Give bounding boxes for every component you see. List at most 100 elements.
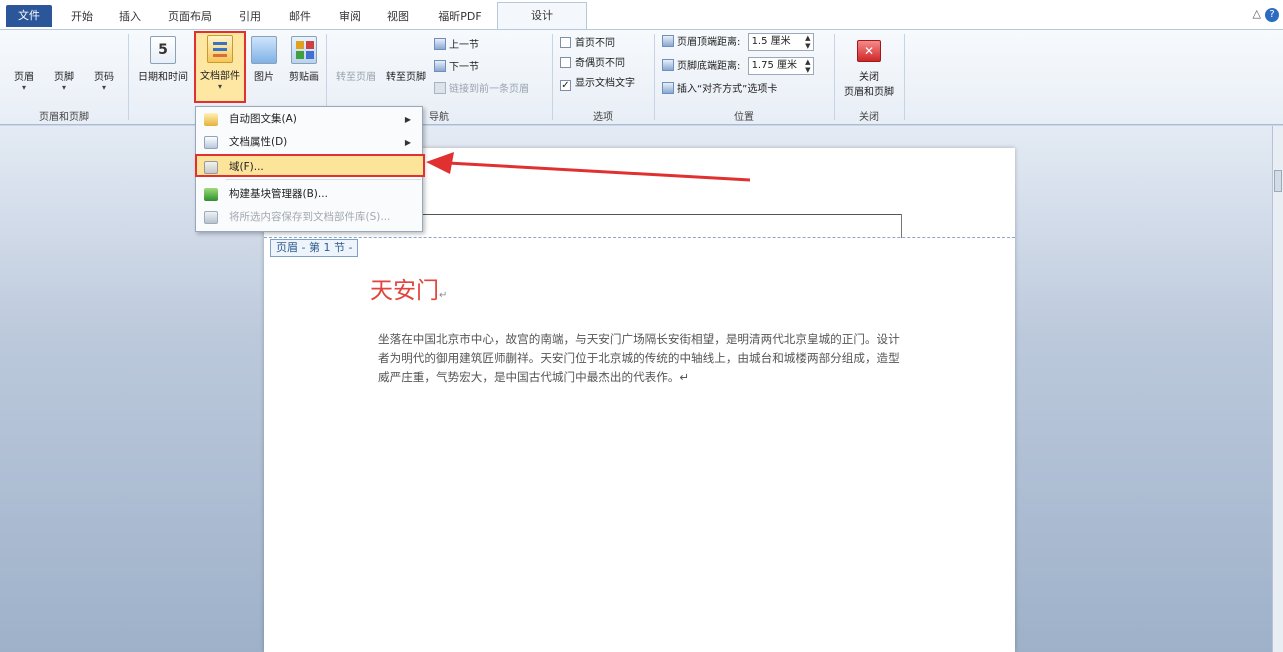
- footer-position-icon: [662, 59, 674, 71]
- menu-divider: [226, 179, 421, 180]
- next-section-label: 下一节: [449, 62, 479, 73]
- quick-parts-button[interactable]: 文档部件 ▾: [194, 31, 246, 103]
- annotation-arrow: [426, 152, 751, 182]
- minimize-ribbon-icon[interactable]: △: [1253, 7, 1261, 20]
- footer-bottom-distance-value: 1.75 厘米: [751, 60, 798, 71]
- previous-section-icon: [434, 38, 446, 50]
- tab-review[interactable]: 审阅: [330, 6, 370, 28]
- menu-item-save-to-gallery[interactable]: 将所选内容保存到文档部件库(S)...: [197, 206, 421, 229]
- header-section-tag: 页眉 - 第 1 节 -: [270, 239, 359, 257]
- checkbox-icon: [560, 57, 571, 68]
- vertical-scrollbar[interactable]: [1272, 126, 1283, 652]
- page-number-button-label: 页码: [94, 72, 114, 83]
- link-to-previous-label: 链接到前一条页眉: [449, 84, 529, 95]
- close-label-line2: 页眉和页脚: [844, 87, 894, 98]
- goto-header-label: 转至页眉: [336, 72, 376, 83]
- menu-item-document-property[interactable]: 文档属性(D) ▶: [197, 131, 421, 154]
- menu-item-field[interactable]: 域(F)...: [195, 154, 425, 177]
- chevron-down-icon: ▾: [101, 83, 106, 92]
- spinner-arrows-icon[interactable]: ▲ ▼: [805, 34, 810, 50]
- next-section-icon: [434, 60, 446, 72]
- group-label-close: 关闭: [859, 112, 879, 123]
- header-button[interactable]: 页眉 ▾: [6, 34, 301, 212]
- clipart-label: 剪贴画: [289, 72, 319, 83]
- quick-parts-label: 文档部件: [200, 71, 240, 82]
- quick-parts-menu: 自动图文集(A) ▶ 文档属性(D) ▶ 域(F)... 构建基块管理器(B).…: [195, 106, 425, 232]
- goto-footer-button[interactable]: 转至页脚: [382, 34, 683, 212]
- chevron-down-icon: ▾: [217, 82, 222, 91]
- building-blocks-icon: [204, 188, 218, 201]
- date-time-label: 日期和时间: [138, 72, 188, 83]
- show-document-text-label: 显示文档文字: [575, 78, 635, 89]
- group-label-position: 位置: [734, 112, 754, 123]
- insert-alignment-tab-button[interactable]: 插入“对齐方式”选项卡: [662, 80, 777, 100]
- spinner-arrows-icon[interactable]: ▲ ▼: [805, 58, 810, 74]
- close-header-footer-button[interactable]: ✕ 关闭 页眉和页脚: [836, 34, 902, 98]
- close-icon: ✕: [857, 40, 881, 62]
- picture-icon: [251, 36, 277, 64]
- menu-item-building-blocks-label: 构建基块管理器(B)...: [229, 188, 328, 200]
- clipart-button[interactable]: 剪贴画: [284, 34, 324, 96]
- group-divider: [128, 34, 129, 120]
- quick-parts-icon: [207, 35, 233, 63]
- goto-footer-label: 转至页脚: [386, 72, 426, 83]
- show-document-text-checkbox[interactable]: ✓ 显示文档文字: [560, 74, 635, 94]
- different-odd-even-label: 奇偶页不同: [575, 58, 625, 69]
- header-top-distance: 页眉顶端距离: 1.5 厘米 ▲ ▼: [662, 33, 814, 53]
- link-icon: [434, 82, 446, 94]
- chevron-down-icon: ▾: [61, 83, 66, 92]
- menu-item-document-property-label: 文档属性(D): [229, 136, 288, 148]
- tab-design[interactable]: 设计: [497, 2, 587, 30]
- document-title-text: 天安门: [370, 278, 439, 304]
- tab-home[interactable]: 开始: [62, 6, 102, 28]
- next-section-button[interactable]: 下一节: [434, 58, 479, 78]
- tab-page-layout[interactable]: 页面布局: [158, 6, 222, 28]
- autotext-icon: [204, 113, 218, 126]
- chevron-down-icon: ▾: [21, 83, 26, 92]
- tab-foxit-pdf[interactable]: 福昕PDF: [428, 6, 492, 28]
- document-title[interactable]: 天安门↵: [370, 271, 447, 305]
- different-first-page-checkbox[interactable]: 首页不同: [560, 34, 615, 54]
- paragraph-mark: ↵: [439, 290, 448, 301]
- header-top-distance-label: 页眉顶端距离:: [677, 37, 741, 48]
- menu-item-field-label: 域(F)...: [229, 161, 264, 173]
- group-label-header-footer: 页眉和页脚: [39, 112, 89, 123]
- header-border-corner: [901, 214, 902, 238]
- checkbox-icon: [560, 37, 571, 48]
- footer-bottom-distance-label: 页脚底端距离:: [677, 61, 741, 72]
- menu-item-autotext[interactable]: 自动图文集(A) ▶: [197, 108, 421, 131]
- page-number-button[interactable]: 页码 ▾: [86, 34, 381, 212]
- tab-references[interactable]: 引用: [230, 6, 270, 28]
- save-to-gallery-icon: [204, 211, 218, 224]
- ribbon-tab-bar: 文件 开始 插入 页面布局 引用 邮件 审阅 视图 福昕PDF 设计 △ ?: [0, 0, 1283, 30]
- tab-insert[interactable]: 插入: [110, 6, 150, 28]
- scrollbar-thumb[interactable]: [1274, 170, 1282, 192]
- document-body-paragraph[interactable]: 坐落在中国北京市中心，故宫的南端，与天安门广场隔长安街相望，是明清两代北京皇城的…: [378, 330, 904, 387]
- tab-mailings[interactable]: 邮件: [280, 6, 320, 28]
- ribbon-design: 页眉 ▾ 页脚 ▾ 页码 ▾ 页眉和页脚 5 日期和时间 文档部件 ▾ 图片 剪…: [0, 29, 1283, 212]
- close-label-line1: 关闭: [859, 72, 879, 83]
- tab-view[interactable]: 视图: [378, 6, 418, 28]
- header-top-distance-input[interactable]: 1.5 厘米 ▲ ▼: [747, 33, 814, 51]
- date-time-button[interactable]: 5 日期和时间: [132, 34, 194, 96]
- different-odd-even-checkbox[interactable]: 奇偶页不同: [560, 54, 625, 74]
- picture-button[interactable]: 图片: [248, 34, 280, 96]
- link-to-previous-button[interactable]: 链接到前一条页眉: [434, 80, 529, 100]
- picture-label: 图片: [254, 72, 274, 83]
- footer-bottom-distance-input[interactable]: 1.75 厘米 ▲ ▼: [747, 57, 814, 75]
- previous-section-button[interactable]: 上一节: [434, 36, 479, 56]
- previous-section-label: 上一节: [449, 40, 479, 51]
- calendar-icon: 5: [150, 36, 176, 64]
- help-icon[interactable]: ?: [1265, 8, 1279, 22]
- goto-header-button[interactable]: 转至页眉: [332, 34, 633, 212]
- menu-item-save-to-gallery-label: 将所选内容保存到文档部件库(S)...: [229, 211, 391, 223]
- clipart-icon: [291, 36, 317, 64]
- group-label-options: 选项: [593, 112, 613, 123]
- header-boundary: [264, 237, 1015, 238]
- field-icon: [204, 161, 218, 174]
- submenu-arrow-icon: ▶: [404, 138, 411, 147]
- footer-button[interactable]: 页脚 ▾: [46, 34, 341, 212]
- tab-file[interactable]: 文件: [6, 5, 52, 27]
- menu-item-autotext-label: 自动图文集(A): [229, 113, 297, 125]
- menu-item-building-blocks-organizer[interactable]: 构建基块管理器(B)...: [197, 183, 421, 206]
